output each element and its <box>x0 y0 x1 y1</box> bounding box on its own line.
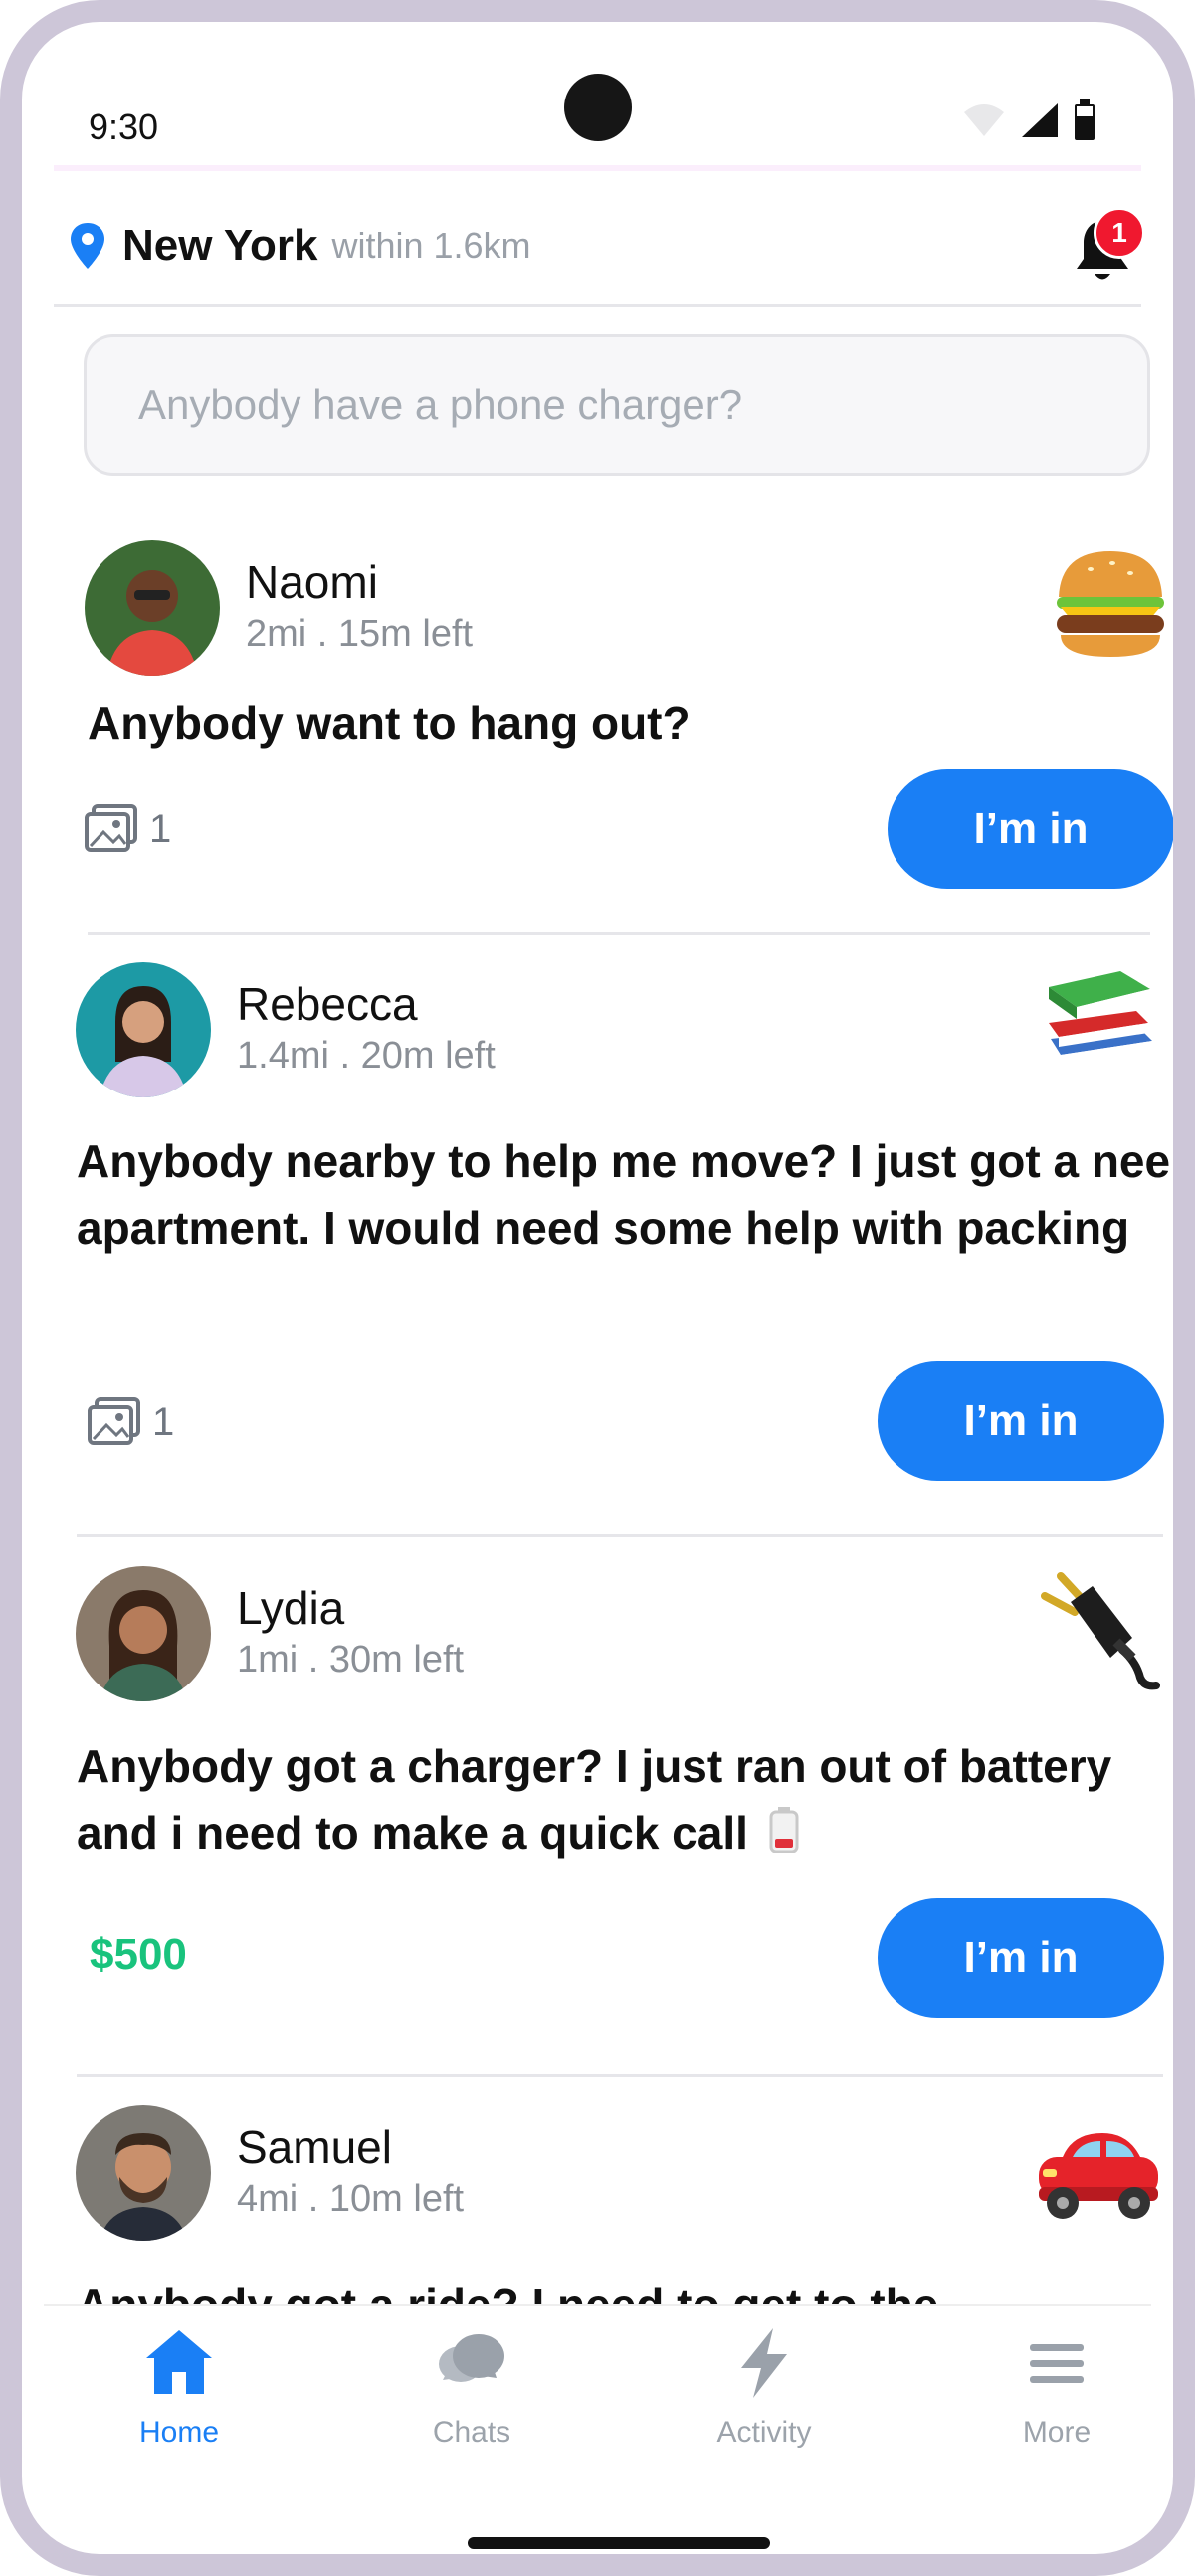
post-divider <box>88 932 1150 935</box>
wifi-icon <box>964 104 1004 136</box>
books-icon <box>1041 965 1160 1085</box>
post-meta: 1.4mi . 20m left <box>237 1035 496 1077</box>
post-meta: 1mi . 30m left <box>237 1639 465 1681</box>
nav-more[interactable]: More <box>957 2326 1156 2450</box>
bottom-navigation: Home Chats Activity More <box>44 2304 1151 2485</box>
nav-home-label: Home <box>138 2416 220 2449</box>
electric-plug-icon <box>1041 1572 1160 1691</box>
header-divider <box>54 304 1141 307</box>
home-icon <box>146 2330 212 2394</box>
post-divider <box>77 1534 1163 1537</box>
nav-more-label: More <box>1022 2416 1092 2449</box>
attachment-count-label: 1 <box>152 1399 175 1444</box>
battery-icon <box>1075 99 1095 140</box>
avatar <box>76 1566 211 1701</box>
user-name: Rebecca <box>237 978 418 1030</box>
nav-activity-label: Activity <box>716 2416 812 2449</box>
post-text-content: Anybody got a charger? I just ran out of… <box>77 1740 1112 1859</box>
status-divider <box>54 165 1141 171</box>
avatar <box>76 962 211 1097</box>
location-pin-icon <box>71 223 104 269</box>
app-screen: 9:30 New York within 1.6km 1 Anybody hav… <box>22 22 1173 2554</box>
post-text: Anybody nearby to help me move? I just g… <box>77 1135 1171 1254</box>
status-time: 9:30 <box>89 106 159 147</box>
im-in-button[interactable]: I’m in <box>888 769 1173 889</box>
attachment-count-label: 1 <box>149 806 172 851</box>
burger-icon <box>1051 543 1170 663</box>
user-name: Lydia <box>237 1582 345 1634</box>
request-input[interactable]: Anybody have a phone charger? <box>84 334 1150 476</box>
home-indicator[interactable] <box>468 2537 770 2549</box>
post-meta: 4mi . 10m left <box>237 2178 465 2220</box>
status-icons <box>962 99 1095 141</box>
image-gallery-icon <box>88 1397 140 1445</box>
user-name: Samuel <box>237 2121 392 2173</box>
post-text: Anybody want to hang out? <box>88 697 691 749</box>
lightning-icon <box>741 2328 787 2398</box>
notification-badge: 1 <box>1094 207 1145 259</box>
reward-amount: $500 <box>90 1930 187 1979</box>
attachment-count[interactable]: 1 <box>87 1397 174 1447</box>
post-divider <box>77 2074 1163 2077</box>
nav-chats-label: Chats <box>432 2416 511 2449</box>
im-in-button[interactable]: I’m in <box>878 1361 1164 1481</box>
nav-home[interactable]: Home <box>80 2326 279 2450</box>
chat-icon <box>439 2334 504 2382</box>
avatar <box>76 2105 211 2241</box>
im-in-button[interactable]: I’m in <box>878 1898 1164 2018</box>
post-text: Anybody got a charger? I just ran out of… <box>77 1733 1173 1867</box>
front-camera <box>564 74 632 141</box>
location-header[interactable]: New York within 1.6km 1 <box>67 201 1151 291</box>
nav-chats[interactable]: Chats <box>372 2326 571 2450</box>
avatar <box>85 540 220 676</box>
user-name: Naomi <box>246 556 378 608</box>
notifications-button[interactable]: 1 <box>1072 207 1145 285</box>
city-name: New York <box>122 221 318 270</box>
menu-icon <box>1030 2344 1084 2383</box>
attachment-count[interactable]: 1 <box>84 804 171 854</box>
low-battery-icon <box>769 1807 799 1854</box>
radius-label: within 1.6km <box>331 225 531 266</box>
signal-icon <box>1022 103 1058 137</box>
car-icon <box>1033 2117 1158 2237</box>
phone-frame: 9:30 New York within 1.6km 1 Anybody hav… <box>0 0 1195 2576</box>
image-gallery-icon <box>85 804 137 852</box>
post-meta: 2mi . 15m left <box>246 613 474 655</box>
nav-activity[interactable]: Activity <box>665 2326 864 2450</box>
